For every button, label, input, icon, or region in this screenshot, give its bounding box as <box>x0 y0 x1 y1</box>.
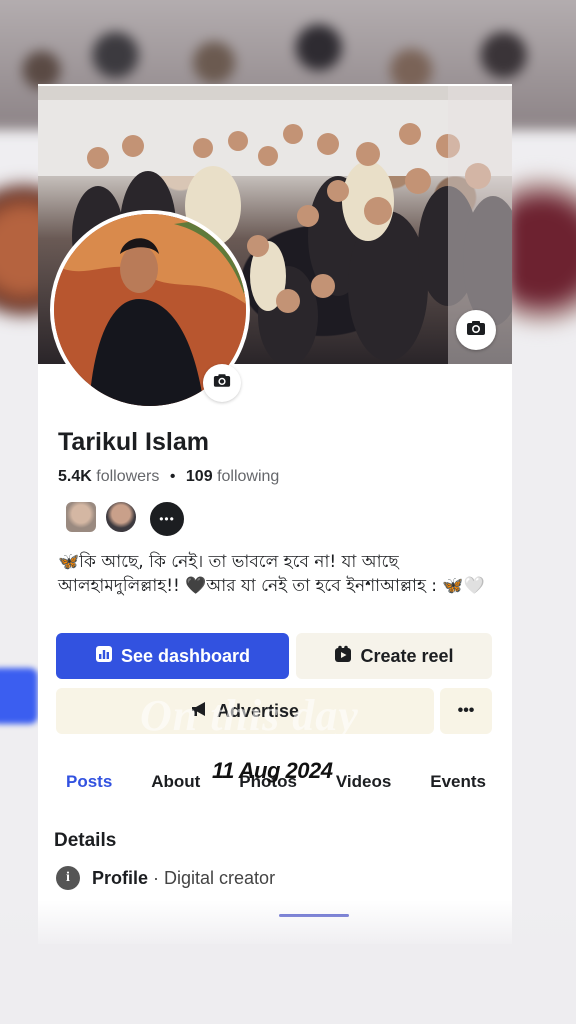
see-dashboard-label: See dashboard <box>120 645 251 666</box>
profile-category-value: Digital creator <box>164 867 276 888</box>
following-label: following <box>217 468 280 485</box>
more-dots-icon: ••• <box>457 702 475 719</box>
more-dots-icon: ••• <box>159 512 175 526</box>
tab-posts[interactable]: Posts <box>56 772 122 792</box>
memory-date: 11 Aug 2024 <box>212 758 333 783</box>
info-icon: i <box>56 866 80 890</box>
more-friends-button[interactable]: ••• <box>148 500 186 538</box>
friend-avatar[interactable] <box>64 500 98 534</box>
bar-chart-icon <box>95 645 113 668</box>
create-reel-button[interactable]: Create reel <box>296 633 492 679</box>
see-dashboard-button[interactable]: See dashboard <box>56 633 289 679</box>
follow-stats: 5.4K followers • 109 following <box>58 468 279 486</box>
cover-camera-button[interactable] <box>456 310 496 350</box>
profile-category-label: Profile <box>92 867 149 888</box>
blurred-cover-edge <box>506 130 576 350</box>
tab-videos[interactable]: Videos <box>326 772 401 792</box>
avatar-camera-button[interactable] <box>203 364 241 402</box>
friends-avatars: ••• <box>64 500 186 538</box>
followers-link[interactable]: 5.4K followers <box>58 468 159 485</box>
tab-events[interactable]: Events <box>420 772 496 792</box>
followers-count: 5.4K <box>58 468 92 485</box>
profile-category-row: i Profile · Digital creator <box>56 866 275 890</box>
followers-label: followers <box>96 468 160 485</box>
more-options-button[interactable]: ••• <box>440 688 492 734</box>
following-link[interactable]: 109 following <box>186 468 279 485</box>
friend-avatar[interactable] <box>104 500 138 534</box>
create-reel-label: Create reel <box>360 645 454 666</box>
camera-icon <box>213 373 231 393</box>
reel-icon <box>334 645 352 668</box>
profile-bio: 🦋কি আছে, কি নেই। তা ভাবলে হবে না! যা আছে… <box>58 552 485 596</box>
bottom-fade <box>0 900 576 1024</box>
blurred-button-edge <box>0 668 38 724</box>
tab-about[interactable]: About <box>141 772 210 792</box>
details-heading: Details <box>54 830 117 851</box>
on-this-day-watermark: On this day <box>140 691 359 740</box>
following-count: 109 <box>185 468 213 485</box>
detail-separator: · <box>148 867 165 888</box>
stats-separator: • <box>169 468 176 485</box>
camera-icon <box>466 320 486 341</box>
profile-name: Tarikul Islam <box>58 428 209 456</box>
